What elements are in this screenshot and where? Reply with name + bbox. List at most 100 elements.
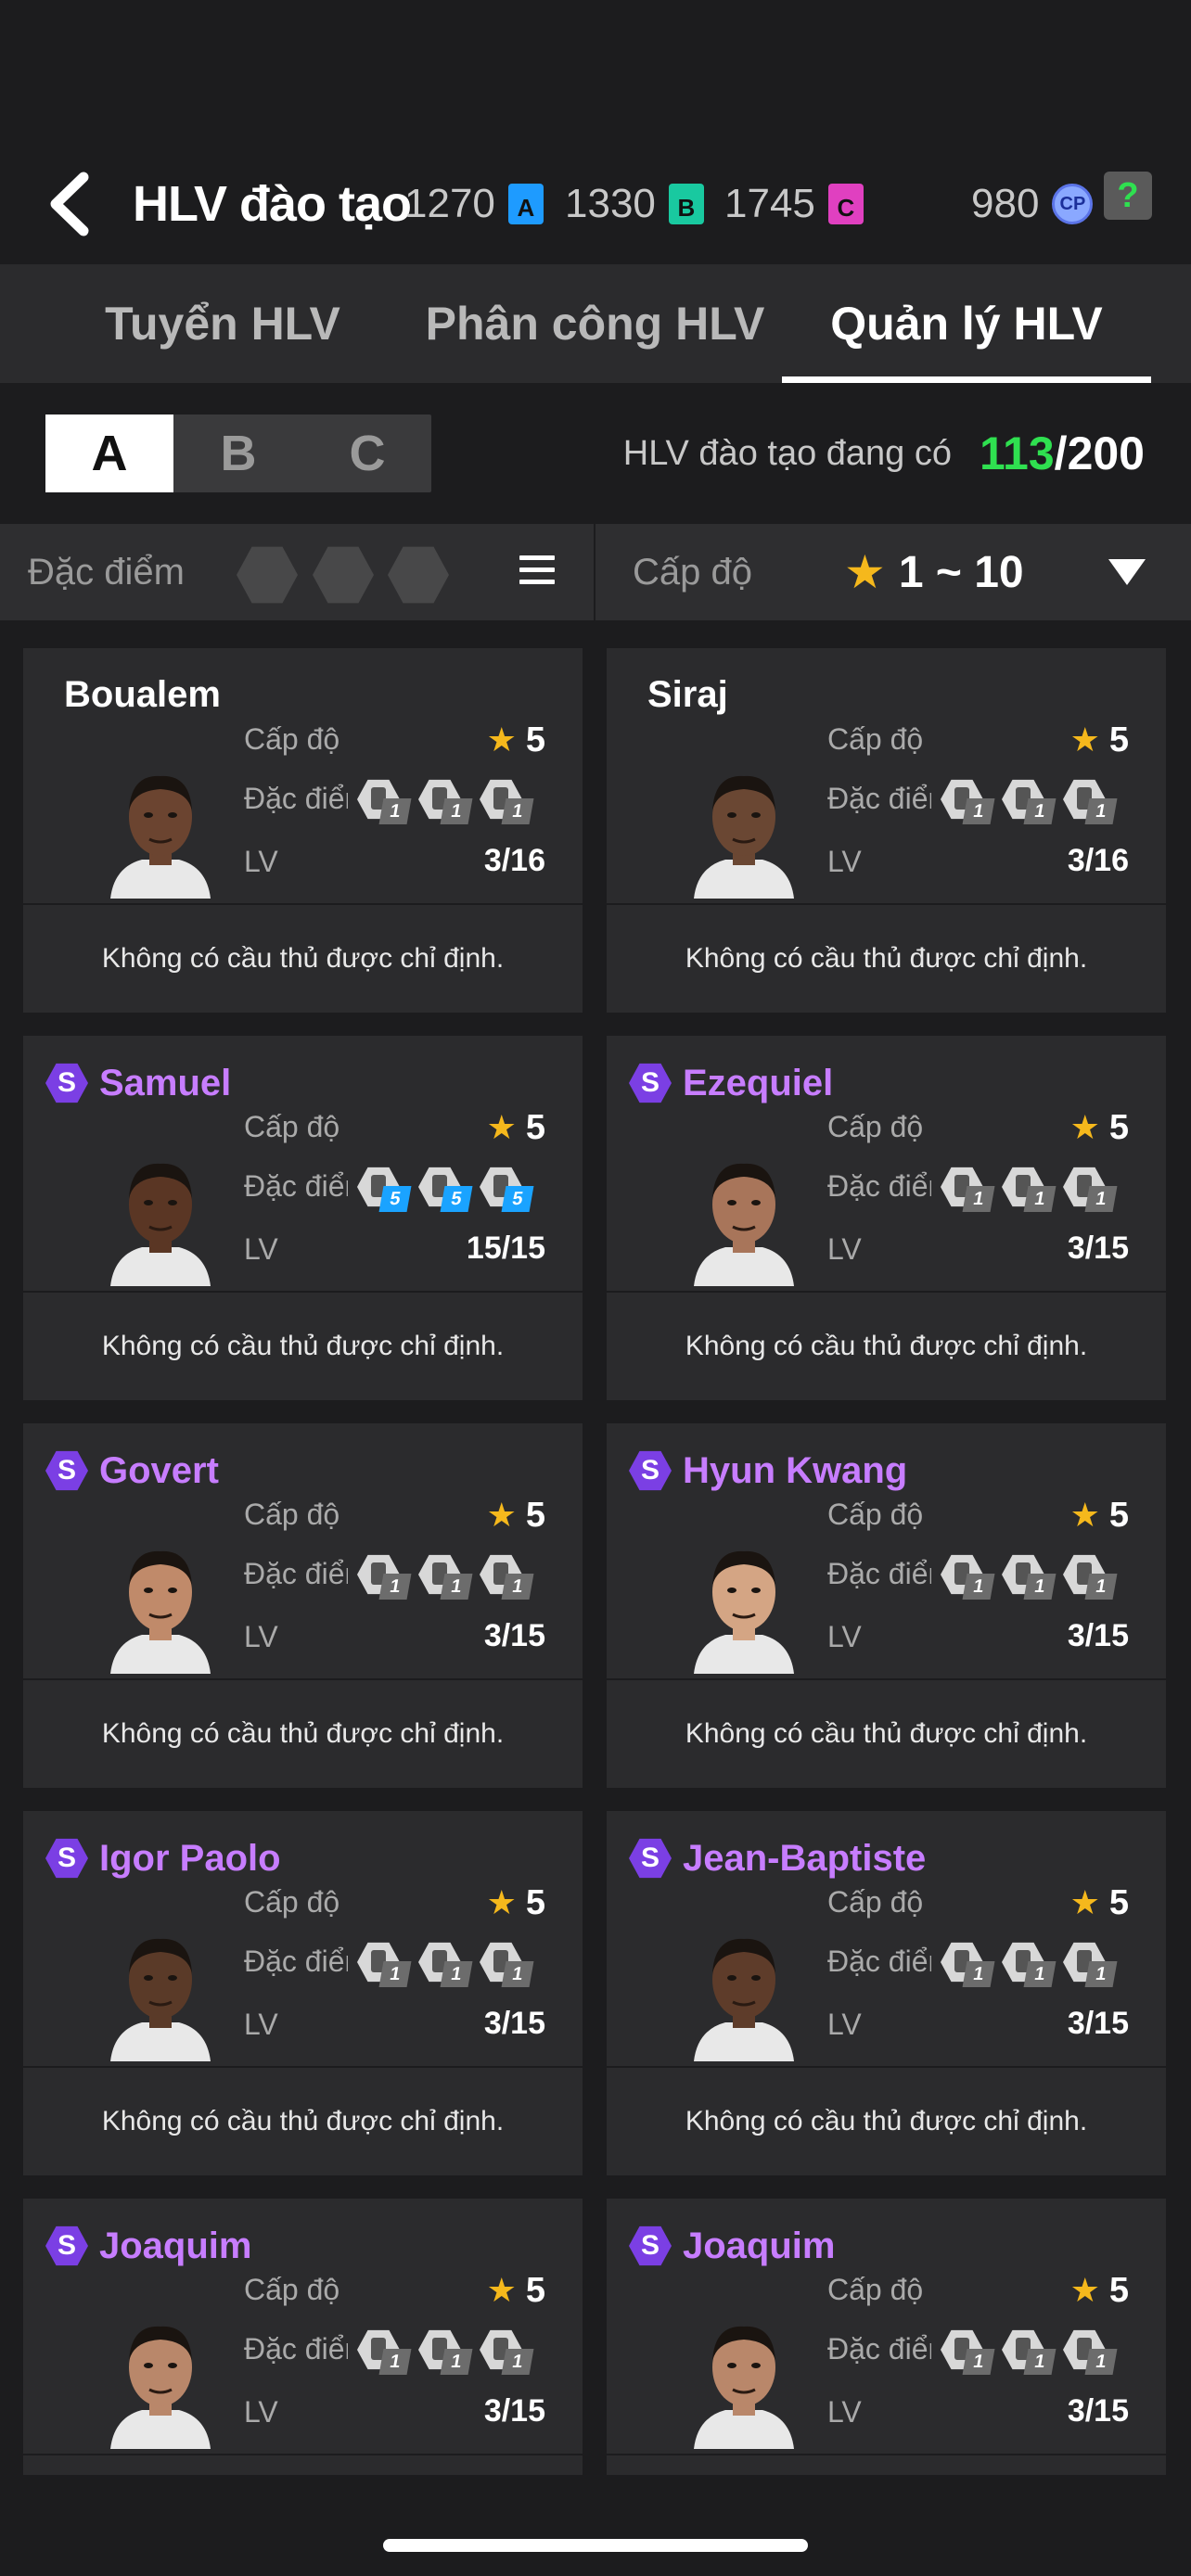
assignment-status: Không có cầu thủ được chỉ định.	[685, 1718, 1088, 1749]
trait-slot-1[interactable]	[237, 546, 298, 604]
help-button[interactable]: ?	[1104, 172, 1152, 220]
coach-traits: 5 5 5	[357, 1166, 534, 1214]
coach-lv: 3/15	[1067, 2393, 1129, 2429]
special-s-badge-icon: S	[629, 1450, 672, 1491]
back-button[interactable]	[37, 167, 102, 241]
currency-cp: 980 CP	[971, 167, 1094, 241]
coach-portrait	[105, 1145, 216, 1286]
tab-assign-coach[interactable]: Phân công HLV	[408, 264, 782, 383]
level-filter-range[interactable]: ★ 1 ~ 10	[844, 524, 1024, 620]
tab-manage-coach[interactable]: Quản lý HLV	[782, 264, 1151, 383]
trait-label: Đặc điểm	[827, 1945, 931, 1978]
trait-level: 1	[962, 798, 995, 824]
coach-count: HLV đào tạo đang có 113 /200	[623, 414, 1145, 492]
trait-icon: 1	[1063, 1553, 1118, 1601]
coach-card[interactable]: S Hyun Kwang Cấp độ ★5 Đặc điểm 1 1 1 LV 3…	[607, 1423, 1166, 1788]
assignment-status: Không có cầu thủ được chỉ định.	[101, 943, 505, 974]
star-icon: ★	[1069, 1108, 1100, 1146]
grade-b-button[interactable]: B	[174, 414, 302, 492]
trait-icon: 1	[941, 2328, 995, 2377]
coach-grid: Boualem Cấp độ ★5 Đặc điểm 111 LV 3/16 K…	[0, 620, 1191, 2475]
coach-card[interactable]: S Igor Paolo Cấp độ ★5 Đặc điểm 1 1 1 LV 3…	[23, 1811, 583, 2175]
trait-icon: 1	[418, 778, 473, 826]
coach-card[interactable]: S Govert Cấp độ ★5 Đặc điểm 111 LV 3/15 …	[23, 1423, 583, 1788]
dropdown-arrow-icon[interactable]	[1108, 559, 1146, 585]
coach-grade: ★ 5	[486, 1496, 545, 1535]
coach-portrait	[688, 758, 800, 899]
coach-portrait	[688, 2308, 800, 2449]
star-icon: ★	[1069, 2271, 1100, 2309]
coach-card[interactable]: S Joaquim Cấp độ ★5 Đặc điểm 1 1 1 LV 3/15…	[23, 2199, 583, 2475]
coach-portrait	[688, 1533, 800, 1674]
trait-level: 1	[1084, 1961, 1118, 1987]
trait-level: 1	[501, 798, 534, 824]
coach-count-total: /200	[1054, 427, 1145, 479]
trait-slot-2[interactable]	[313, 546, 374, 604]
coach-name-text: Boualem	[64, 674, 221, 715]
assignment-status: Không có cầu thủ được chỉ định.	[101, 2106, 505, 2136]
coach-card[interactable]: S Jean-Baptiste Cấp độ ★5 Đặc điểm 1 1 1 L…	[607, 1811, 1166, 2175]
coach-grade: ★ 5	[1069, 1496, 1129, 1535]
coach-name: S Ezequiel	[629, 1062, 834, 1104]
coach-traits: 1 1 1	[941, 1941, 1118, 1989]
trait-level: 1	[1023, 1961, 1057, 1987]
coach-card[interactable]: S Joaquim Cấp độ ★5 Đặc điểm 1 1 1 LV 3/15…	[607, 2199, 1166, 2475]
level-filter-label: Cấp độ	[633, 551, 752, 593]
currency-a: 1270 A	[404, 167, 544, 241]
grade-c-button[interactable]: C	[303, 414, 431, 492]
trait-icon: 1	[480, 2328, 534, 2377]
trait-level: 1	[962, 2349, 995, 2375]
trait-level: 1	[1023, 1574, 1057, 1600]
coach-card[interactable]: S Samuel Cấp độ ★5 Đặc điểm 5 5 5 LV 15/15…	[23, 1036, 583, 1400]
trait-level: 5	[440, 1186, 473, 1212]
trait-label: Đặc điểm	[827, 1169, 931, 1203]
trait-icon: 1	[1063, 1941, 1118, 1989]
special-s-badge-icon: S	[45, 2225, 88, 2266]
grade-a-button[interactable]: A	[45, 414, 173, 492]
coach-card[interactable]: Siraj Cấp độ ★5 Đặc điểm 1 1 1 LV 3/16 Khô…	[607, 648, 1166, 1013]
coach-name-text: Ezequiel	[683, 1062, 834, 1103]
menu-icon[interactable]	[519, 555, 555, 589]
star-icon: ★	[486, 2271, 517, 2309]
trait-icon: 1	[941, 778, 995, 826]
coach-lv: 3/15	[483, 1618, 545, 1653]
trait-filter-label: Đặc điểm c	[28, 551, 195, 593]
coach-card[interactable]: Boualem Cấp độ ★5 Đặc điểm 1 1 1 LV 3/16 K…	[23, 648, 583, 1013]
coach-name-text: Hyun Kwang	[683, 1449, 908, 1491]
coach-count-label: HLV đào tạo đang có	[622, 433, 952, 473]
star-icon: ★	[486, 1108, 517, 1146]
trait-icon: 1	[1002, 1941, 1057, 1989]
coach-lv: 3/15	[483, 2006, 545, 2041]
coach-traits: 1 1 1	[357, 1941, 534, 1989]
special-s-badge-icon: S	[629, 1838, 672, 1879]
currency-cp-value: 980	[971, 181, 1040, 226]
star-icon: ★	[1069, 1883, 1100, 1921]
trait-filter[interactable]: Đặc điểm c	[0, 524, 594, 620]
tab-recruit-coach[interactable]: Tuyển HLV	[37, 264, 408, 383]
coach-lv: 3/16	[1067, 843, 1129, 878]
coach-name: S Samuel	[45, 1062, 232, 1104]
coach-card[interactable]: S Ezequiel Cấp độ ★5 Đặc điểm 1 1 1 LV 3/1…	[607, 1036, 1166, 1400]
coach-grade: ★ 5	[1069, 2271, 1129, 2310]
trait-level: 1	[962, 1574, 995, 1600]
coach-name-text: Samuel	[99, 1062, 232, 1103]
coach-grade: ★ 5	[1069, 721, 1129, 759]
coach-name: S Govert	[45, 1449, 219, 1492]
star-icon: ★	[486, 1496, 517, 1534]
coach-traits: 1 1 1	[941, 1553, 1118, 1601]
coach-name: S Hyun Kwang	[629, 1449, 908, 1492]
lv-label: LV	[827, 2395, 862, 2429]
trait-label: Đặc điểm	[244, 782, 348, 815]
trait-icon: 1	[357, 2328, 412, 2377]
currency-a-value: 1270	[404, 181, 495, 226]
coach-name-text: Siraj	[647, 674, 728, 715]
trait-level: 1	[1084, 1574, 1118, 1600]
trait-level: 1	[1023, 798, 1057, 824]
star-icon: ★	[1069, 721, 1100, 759]
home-indicator	[383, 2539, 808, 2552]
trait-slot-3[interactable]	[388, 546, 449, 604]
currency-b: 1330 B	[565, 167, 704, 241]
trait-icon: 1	[1063, 1166, 1118, 1214]
trait-level: 5	[501, 1186, 534, 1212]
trait-icon: 1	[1002, 2328, 1057, 2377]
